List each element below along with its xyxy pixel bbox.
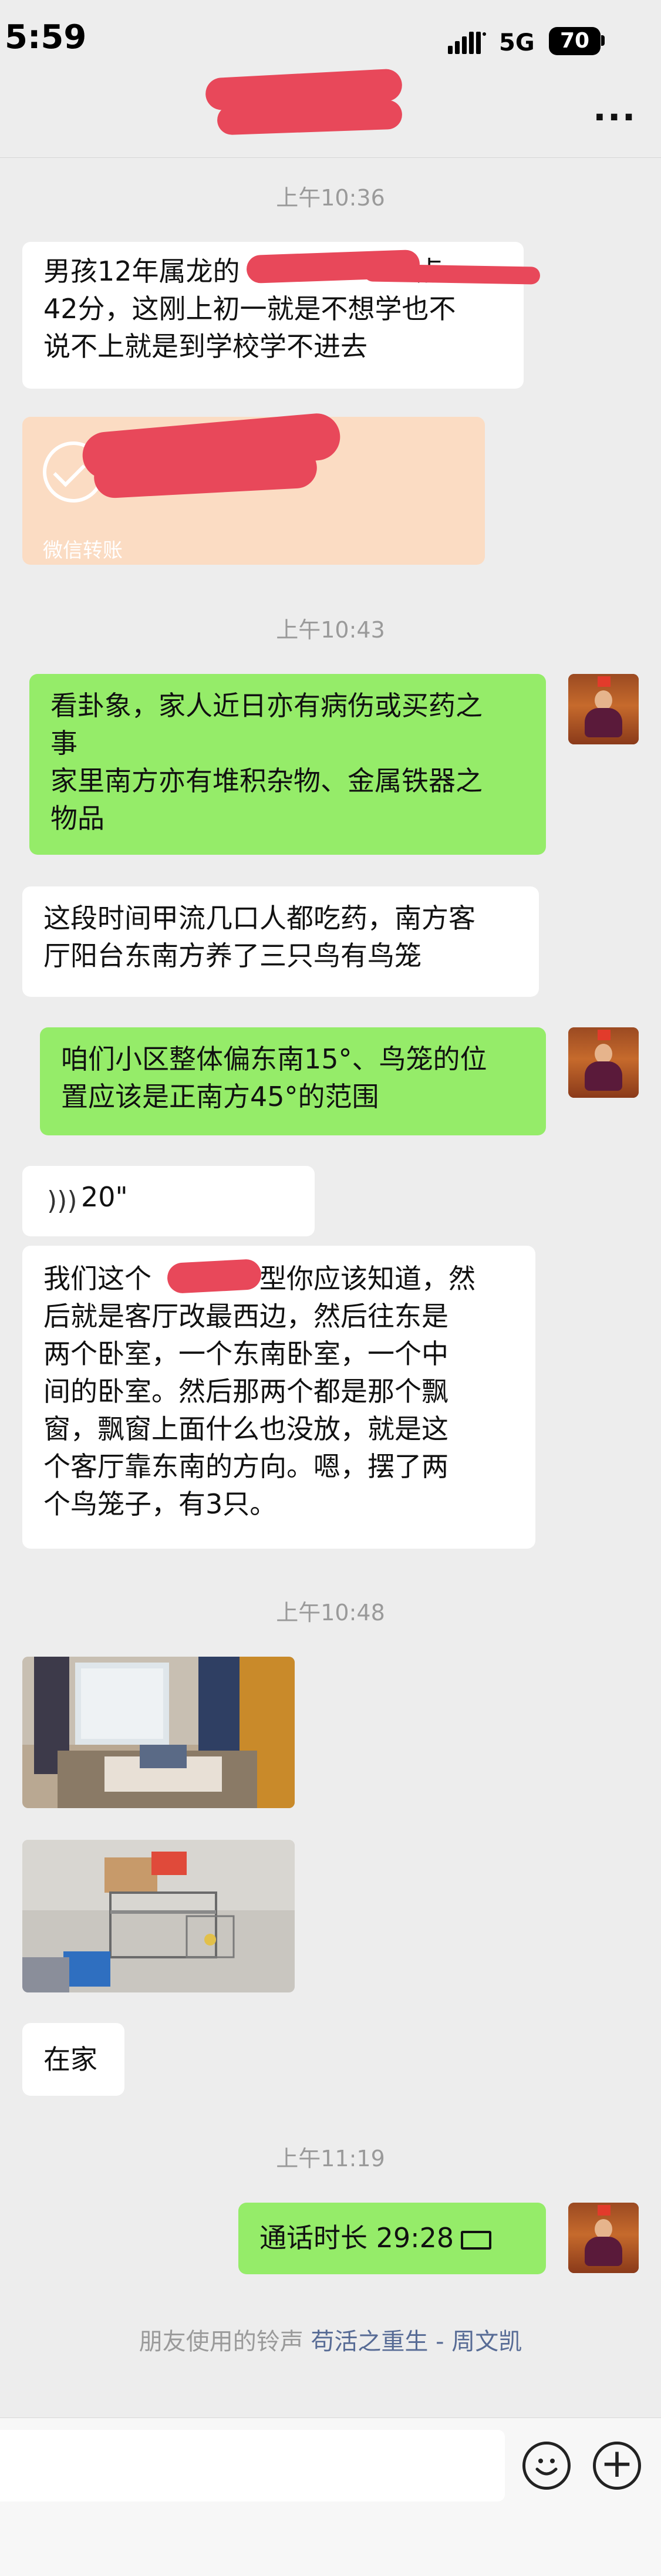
message-line: 看卦象，家人近日亦有病伤或买药之 bbox=[50, 690, 483, 721]
transfer-label: 微信转账 bbox=[43, 539, 123, 562]
photo-birdcage[interactable] bbox=[22, 1840, 295, 1992]
message-line: 说不上就是到学校学不进去 bbox=[43, 331, 367, 362]
battery-icon: 70 bbox=[549, 27, 601, 55]
message-line: 窗，飘窗上面什么也没放，就是这 bbox=[43, 1413, 448, 1445]
voice-wave-icon: ))) bbox=[47, 1186, 77, 1216]
message-line: 在家 bbox=[43, 2044, 97, 2075]
call-record-message[interactable]: 通话时长 29:28 bbox=[238, 2203, 546, 2274]
plus-icon[interactable]: + bbox=[593, 2442, 641, 2490]
message-line: 家里南方亦有堆积杂物、金属铁器之 bbox=[50, 765, 483, 797]
message-line: 厅阳台东南方养了三只鸟有鸟笼 bbox=[43, 940, 421, 972]
outgoing-message[interactable]: 看卦象，家人近日亦有病伤或买药之 事 家里南方亦有堆积杂物、金属铁器之 物品 bbox=[29, 674, 546, 855]
ringtone-prefix: 朋友使用的铃声 bbox=[139, 2328, 303, 2355]
message-line: 事 bbox=[50, 727, 77, 759]
signal-icon bbox=[448, 32, 486, 54]
photo-bedroom[interactable] bbox=[22, 1657, 295, 1808]
network-type: 5G bbox=[499, 29, 535, 56]
more-icon[interactable]: ··· bbox=[593, 100, 636, 135]
message-input[interactable] bbox=[0, 2430, 505, 2501]
incoming-message[interactable]: 这段时间甲流几口人都吃药，南方客 厅阳台东南方养了三只鸟有鸟笼 bbox=[22, 886, 539, 997]
ringtone-notice: 朋友使用的铃声 苟活之重生 - 周文凯 bbox=[0, 2322, 661, 2356]
redacted-text bbox=[166, 1258, 262, 1294]
redacted-text-2 bbox=[363, 264, 541, 285]
timestamp: 上午10:48 bbox=[276, 1600, 385, 1626]
emoji-icon[interactable] bbox=[522, 2442, 571, 2490]
voice-message[interactable]: ))) 20" bbox=[22, 1166, 315, 1236]
incoming-message[interactable]: 在家 bbox=[22, 2023, 124, 2096]
timestamp: 上午10:36 bbox=[276, 185, 385, 211]
avatar[interactable] bbox=[568, 2203, 639, 2273]
message-line: 后就是客厅改最西边，然后往东是 bbox=[43, 1300, 448, 1332]
avatar[interactable] bbox=[568, 1027, 639, 1098]
outgoing-message[interactable]: 咱们小区整体偏东南15°、鸟笼的位 置应该是正南方45°的范围 bbox=[40, 1027, 546, 1135]
call-duration-text: 通话时长 29:28 bbox=[259, 2222, 454, 2254]
message-line: 我们这个 户型你应该知道，然 bbox=[43, 1263, 475, 1294]
message-line: 咱们小区整体偏东南15°、鸟笼的位 bbox=[61, 1043, 487, 1075]
message-line: 两个卧室，一个东南卧室，一个中 bbox=[43, 1338, 448, 1370]
status-time: 5:59 bbox=[5, 18, 87, 56]
message-line: 个客厅靠东南的方向。嗯，摆了两 bbox=[43, 1451, 448, 1482]
header-divider bbox=[0, 157, 661, 158]
voice-duration: 20" bbox=[81, 1181, 128, 1213]
message-line: 间的卧室。然后那两个都是那个飘 bbox=[43, 1375, 448, 1407]
message-line: 置应该是正南方45°的范围 bbox=[61, 1081, 379, 1112]
timestamp: 上午10:43 bbox=[276, 617, 385, 643]
battery-tip bbox=[601, 35, 605, 46]
timestamp: 上午11:19 bbox=[276, 2146, 385, 2172]
message-line: 个鸟笼子，有3只。 bbox=[43, 1488, 277, 1520]
video-call-icon bbox=[461, 2230, 492, 2250]
message-line: 物品 bbox=[50, 803, 104, 834]
redacted-contact-name-2 bbox=[217, 99, 403, 136]
incoming-message[interactable]: 我们这个 户型你应该知道，然 后就是客厅改最西边，然后往东是 两个卧室，一个东南卧… bbox=[22, 1246, 535, 1549]
avatar[interactable] bbox=[568, 674, 639, 744]
input-bar: + bbox=[0, 2417, 661, 2576]
message-line: 42分，这刚上初一就是不想学也不 bbox=[43, 293, 456, 325]
message-line: 这段时间甲流几口人都吃药，南方客 bbox=[43, 902, 475, 934]
ringtone-song-link[interactable]: 苟活之重生 - 周文凯 bbox=[311, 2328, 522, 2355]
